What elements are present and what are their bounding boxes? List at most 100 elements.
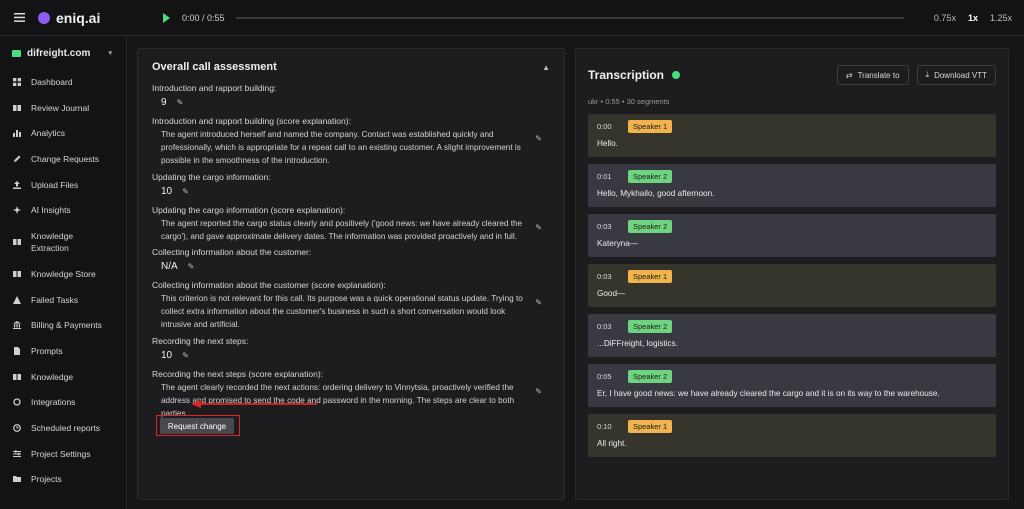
workspace-selector[interactable]: difreight.com ▾ (0, 37, 126, 69)
bar-chart-icon (13, 129, 21, 138)
sidebar-item-label: Integrations (31, 397, 76, 408)
edit-explanation-pencil-icon[interactable]: ✎ (535, 387, 542, 396)
speaker-badge: Speaker 1 (628, 420, 673, 433)
speaker-badge: Speaker 1 (628, 270, 673, 283)
sidebar-item-projects[interactable]: Projects (0, 467, 126, 493)
info-icon[interactable] (672, 71, 681, 79)
transcript-segment[interactable]: 0:01 Speaker 2 Hello, Mykhailo, good after… (588, 164, 996, 207)
speed-1x-button[interactable]: 1x (968, 13, 978, 23)
speaker-badge: Speaker 1 (628, 120, 673, 133)
sidebar-item-label: Scheduled reports (31, 423, 100, 434)
transcript-segment[interactable]: 0:03 Speaker 2 ...DiFFreight, logistics. (588, 314, 996, 357)
folder-icon (13, 475, 21, 483)
segment-text: Er, I have good news: we have already cl… (597, 389, 940, 398)
app-logo[interactable]: eniq.ai (38, 10, 163, 26)
download-label: Download VTT (934, 70, 987, 80)
sidebar-item-integrations[interactable]: Integrations (0, 390, 126, 416)
sparkle-icon (13, 206, 21, 215)
book-icon (13, 270, 21, 278)
sidebar-item-label: Billing & Payments (31, 320, 102, 331)
sidebar-item-label: Upload Files (31, 179, 79, 190)
refresh-icon (13, 398, 21, 407)
transcript-segment[interactable]: 0:03 Speaker 1 Good— (588, 264, 996, 307)
assessment-title: Overall call assessment (152, 61, 277, 73)
sidebar-item-billing-payments[interactable]: Billing & Payments (0, 313, 126, 339)
workspace-name: difreight.com (27, 47, 91, 59)
settings-icon (13, 450, 21, 458)
speed-125-button[interactable]: 1.25x (990, 13, 1012, 23)
edit-score-pencil-icon[interactable]: ✎ (182, 187, 189, 196)
book-icon (13, 238, 21, 246)
sidebar-item-label: Failed Tasks (31, 294, 79, 305)
segment-text: Good— (597, 289, 626, 298)
play-icon[interactable] (163, 12, 170, 23)
edit-explanation-pencil-icon[interactable]: ✎ (535, 223, 542, 232)
segment-time: 0:03 (597, 222, 612, 231)
chevron-up-icon[interactable]: ▲ (542, 63, 550, 72)
top-bar: eniq.ai 0:00 / 0:55 0.75x 1x 1.25x (0, 0, 1024, 36)
transcript-segment[interactable]: 0:05 Speaker 2 Er, I have good news: we ha… (588, 364, 996, 407)
edit-score-pencil-icon[interactable]: ✎ (188, 262, 195, 271)
sidebar-item-analytics[interactable]: Analytics (0, 120, 126, 146)
score-row: N/A ✎ (152, 257, 550, 276)
transcript-segment[interactable]: 0:00 Speaker 1 Hello. (588, 114, 996, 157)
book-icon (13, 373, 21, 381)
bank-icon (13, 321, 21, 330)
edit-score-pencil-icon[interactable]: ✎ (177, 98, 184, 107)
sidebar-item-scheduled-reports[interactable]: Scheduled reports (0, 415, 126, 441)
explanation-text: The agent reported the cargo status clea… (161, 218, 523, 241)
criterion-label: Recording the next steps: (152, 335, 249, 346)
book-icon (13, 104, 21, 112)
sidebar-item-knowledge[interactable]: Knowledge (0, 364, 126, 390)
sidebar-item-label: Knowledge Extraction (31, 231, 74, 254)
hamburger-menu-icon[interactable] (0, 13, 38, 22)
audio-player: 0:00 / 0:55 0.75x 1x 1.25x (163, 12, 1024, 23)
sidebar-item-failed-tasks[interactable]: Failed Tasks (0, 287, 126, 313)
score-row: 10 ✎ (152, 182, 550, 201)
segment-text: Hello. (597, 139, 618, 148)
speed-075-button[interactable]: 0.75x (934, 13, 956, 23)
sidebar-item-review-journal[interactable]: Review Journal (0, 95, 126, 121)
segment-time: 0:10 (597, 422, 612, 431)
sidebar-item-prompts[interactable]: Prompts (0, 338, 126, 364)
edit-score-pencil-icon[interactable]: ✎ (182, 351, 189, 360)
criterion-label: Introduction and rapport building: (152, 83, 277, 93)
sidebar-item-knowledge-extraction[interactable]: Knowledge Extraction (0, 223, 126, 261)
document-icon (13, 347, 21, 356)
speaker-badge: Speaker 2 (628, 170, 673, 183)
transcription-title: Transcription (588, 68, 665, 82)
transcription-meta: ukr • 0:55 • 30 segments (588, 97, 670, 106)
playback-progress-bar[interactable] (236, 16, 904, 19)
edit-explanation-pencil-icon[interactable]: ✎ (535, 298, 542, 307)
segment-time: 0:03 (597, 272, 612, 281)
sidebar-item-label: Review Journal (31, 102, 90, 113)
sidebar-item-label: Knowledge (31, 371, 74, 382)
upload-icon (13, 180, 21, 189)
score-row: 9 ✎ (152, 93, 550, 112)
explanation-text: The agent introduced herself and named t… (161, 130, 521, 166)
sidebar-item-upload-files[interactable]: Upload Files (0, 172, 126, 198)
sidebar-item-label: Projects (31, 474, 62, 485)
explanation-row: The agent reported the cargo status clea… (152, 217, 550, 243)
explanation-label: Collecting information about the custome… (152, 280, 386, 291)
translate-button[interactable]: ⇄ Translate to (836, 65, 909, 85)
speaker-badge: Speaker 2 (628, 320, 673, 333)
transcript-segment[interactable]: 0:03 Speaker 2 Kateryna— (588, 214, 996, 257)
grid-icon (13, 77, 21, 86)
sidebar-item-change-requests[interactable]: Change Requests (0, 146, 126, 172)
edit-explanation-pencil-icon[interactable]: ✎ (535, 134, 542, 143)
segment-text: All right. (597, 439, 627, 448)
chevron-down-icon: ▾ (108, 50, 112, 57)
transcript-segment[interactable]: 0:10 Speaker 1 All right. (588, 414, 996, 457)
sidebar-item-knowledge-store[interactable]: Knowledge Store (0, 261, 126, 287)
download-vtt-button[interactable]: ⤓ Download VTT (916, 65, 996, 85)
warning-icon (13, 295, 21, 304)
explanation-label: Recording the next steps (score explanat… (152, 368, 324, 379)
score-value: N/A (161, 261, 178, 273)
sidebar-item-ai-insights[interactable]: AI Insights (0, 197, 126, 223)
request-change-tooltip: Request change (160, 418, 234, 434)
sidebar-item-dashboard[interactable]: Dashboard (0, 69, 126, 95)
translate-icon: ⇄ (845, 70, 853, 80)
sidebar-item-project-settings[interactable]: Project Settings (0, 441, 126, 467)
sidebar-item-label: Project Settings (31, 448, 91, 459)
